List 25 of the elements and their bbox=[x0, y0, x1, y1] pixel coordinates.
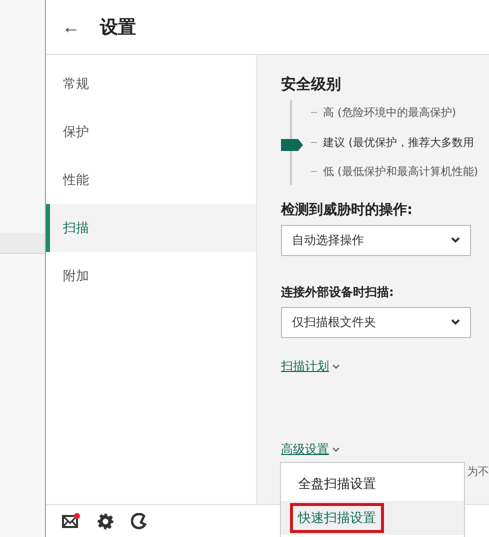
section-heading: 安全级别 bbox=[281, 75, 341, 94]
back-button[interactable]: ← bbox=[60, 16, 82, 38]
field-label: 连接外部设备时扫描: bbox=[281, 284, 394, 300]
chevron-down-icon bbox=[332, 364, 340, 368]
level-option[interactable]: 高 (危险环境中的最高保护) bbox=[323, 105, 456, 120]
tick-mark bbox=[311, 112, 317, 114]
sidebar-item[interactable]: 扫描 bbox=[46, 204, 256, 252]
level-option[interactable]: 建议 (最优保护，推荐大多数用 bbox=[323, 134, 474, 150]
tick-mark bbox=[311, 171, 317, 172]
menu-item[interactable]: 全盘扫描设置 bbox=[293, 472, 381, 496]
support-icon[interactable] bbox=[131, 512, 147, 530]
chevron-down-icon bbox=[332, 446, 340, 452]
window-title: 设置 bbox=[100, 16, 136, 39]
chevron-down-icon bbox=[451, 237, 460, 243]
mail-icon[interactable] bbox=[62, 513, 80, 529]
chevron-down-icon bbox=[451, 319, 460, 325]
level-option[interactable]: 低 (最低保护和最高计算机性能) bbox=[323, 164, 478, 180]
settings-icon[interactable] bbox=[97, 512, 114, 530]
action-dropdown[interactable]: 自动选择操作 bbox=[281, 224, 471, 256]
tick-mark bbox=[311, 142, 317, 143]
body-text: 为不 bbox=[467, 464, 489, 478]
device-scan-dropdown[interactable]: 仅扫描根文件夹 bbox=[281, 306, 471, 338]
advanced-settings-link[interactable]: 高级设置 bbox=[281, 440, 329, 458]
scan-schedule-link[interactable]: 扫描计划 bbox=[281, 358, 329, 374]
field-label: 检测到威胁时的操作: bbox=[281, 200, 413, 218]
